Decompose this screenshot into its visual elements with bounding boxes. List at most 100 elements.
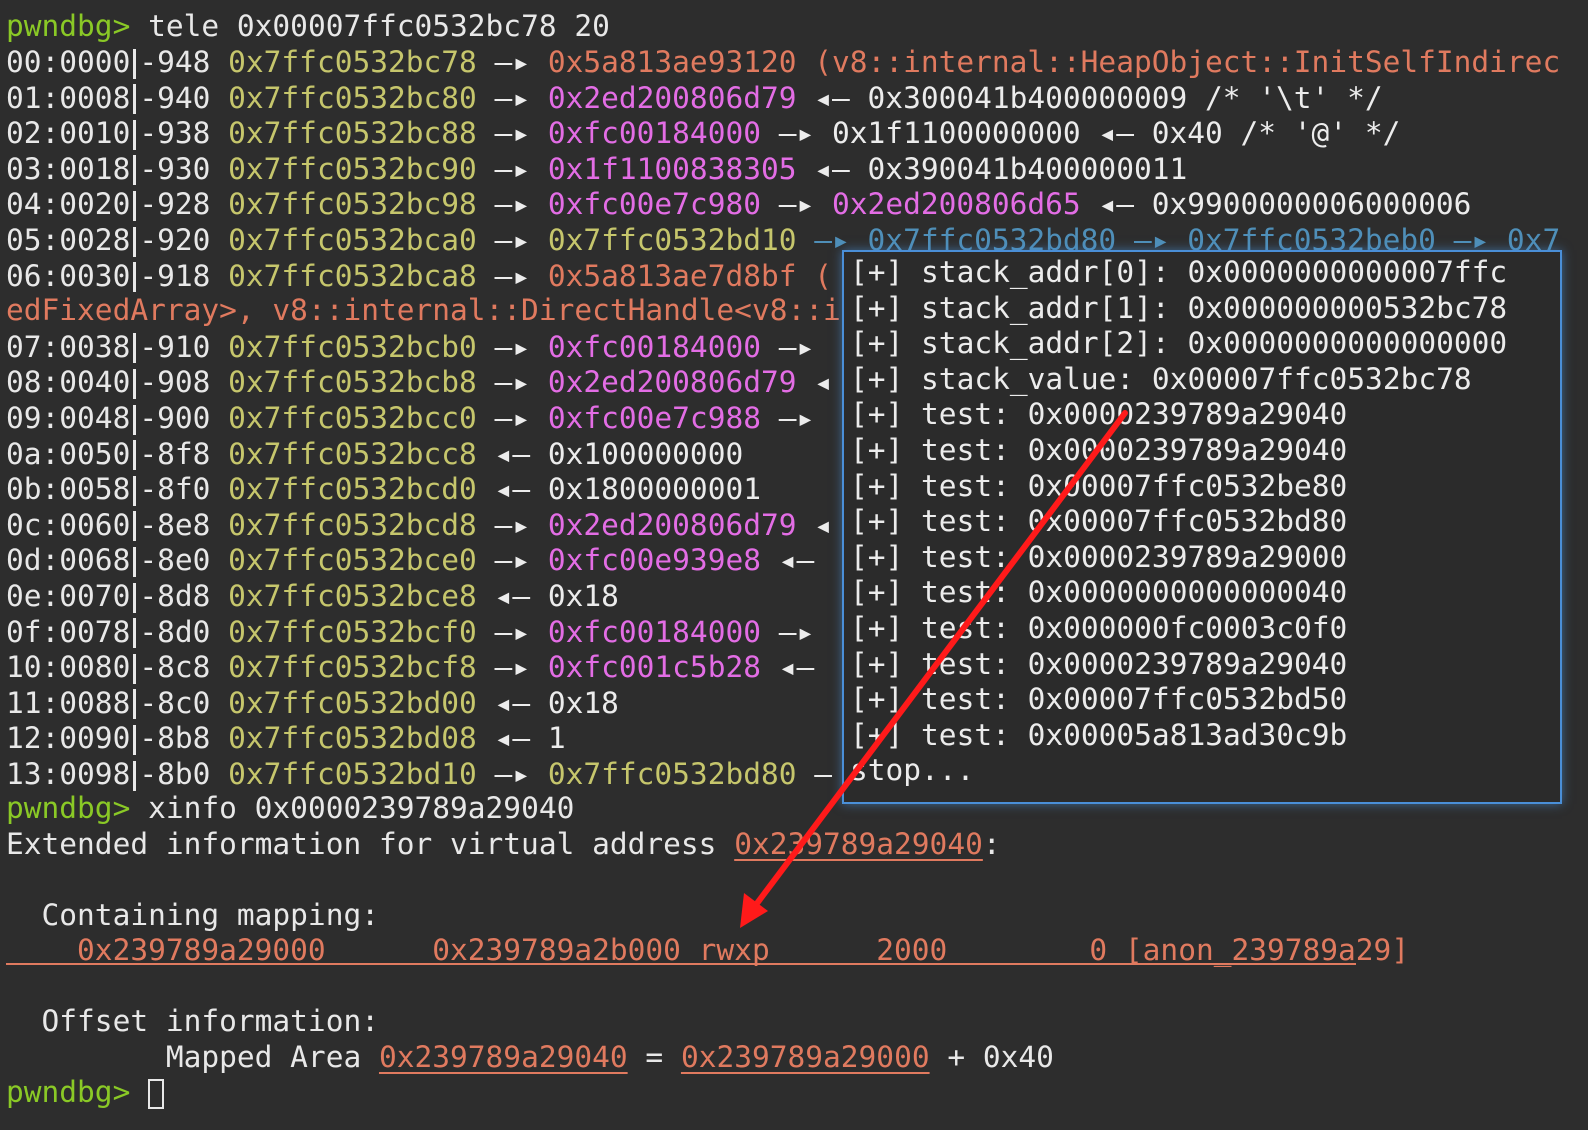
row-offset: -8c8 <box>139 650 211 685</box>
row-offset: -908 <box>139 365 211 400</box>
row-offset: -8c0 <box>139 685 211 720</box>
stack-address: 0x7ffc0532bca8 <box>228 258 477 293</box>
stack-address: 0x7ffc0532bce8 <box>228 579 477 613</box>
pointer-arrow: —▸ <box>476 223 548 257</box>
column-separator <box>133 368 137 399</box>
row-index: 06:0030 <box>6 258 131 293</box>
extended-info-address: 0x239789a29040 <box>734 827 983 861</box>
telescope-row: 02:0010 -938 0x7ffc0532bc88 —▸ 0xfc001840… <box>6 115 1400 151</box>
pointer-arrow: —▸ <box>476 401 548 435</box>
containing-mapping-label: Containing mapping: <box>6 898 379 932</box>
telescope-row: 0a:0050 -8f8 0x7ffc0532bcc8 ◂— 0x10000000… <box>6 436 743 472</box>
stack-address: 0x7ffc0532bcd0 <box>228 472 477 507</box>
output-line: [+] test: 0x00007ffc0532be80 <box>850 468 1348 503</box>
telescope-row: 10:0080 -8c8 0x7ffc0532bcf8 —▸ 0xfc001c5b… <box>6 649 814 685</box>
output-line: [+] stack_addr[1]: 0x000000000532bc78 <box>850 290 1508 325</box>
pointer-arrow: ◂— <box>476 579 548 613</box>
telescope-row: 09:0048 -900 0x7ffc0532bcc0 —▸ 0xfc00e7c9… <box>6 400 814 436</box>
chain-rest: —▸ <box>760 187 833 222</box>
command-line-current[interactable]: pwndbg> <box>6 1074 165 1110</box>
stack-address: 0x7ffc0532bcf0 <box>228 614 477 649</box>
row-offset: -930 <box>139 151 211 186</box>
stack-address: 0x7ffc0532bc98 <box>228 187 477 222</box>
pointer-arrow: —▸ <box>476 45 548 79</box>
row-index: 00:0000 <box>6 45 131 79</box>
pointed-value: 0x1f1100838305 <box>547 151 797 186</box>
chain-rest: ◂— 0x300041b400000009 /* '\t' */ <box>796 80 1383 115</box>
stack-address: 0x7ffc0532bcf8 <box>228 650 477 685</box>
extended-info-label: Extended information for virtual address <box>6 827 735 861</box>
chain-rest: — <box>796 757 833 791</box>
stack-address: 0x7ffc0532bd00 <box>228 685 477 720</box>
telescope-row: 00:0000 -948 0x7ffc0532bc78 —▸ 0x5a813ae9… <box>6 44 1560 80</box>
command-text: xinfo 0x0000239789a29040 <box>148 791 575 825</box>
telescope-row: 11:0088 -8c0 0x7ffc0532bd00 ◂— 0x18 <box>6 685 619 721</box>
offset-info-label: Offset information: <box>6 1004 379 1038</box>
offset-value: + 0x40 <box>929 1040 1054 1074</box>
row-offset: -8b8 <box>139 721 211 756</box>
mapped-area-line: Mapped Area 0x239789a29040 = 0x239789a29… <box>6 1039 1054 1075</box>
output-line: [+] test: 0x0000000000000040 <box>850 575 1348 610</box>
row-offset: -918 <box>139 258 211 293</box>
stack-address: 0x7ffc0532bcb0 <box>228 329 477 364</box>
row-index: 0e:0070 <box>6 579 131 613</box>
pointer-arrow: —▸ <box>476 80 548 115</box>
stack-address: 0x7ffc0532bcc0 <box>228 401 477 435</box>
equals-sign: = <box>627 1040 681 1074</box>
column-separator <box>133 546 137 577</box>
column-separator <box>133 333 137 364</box>
pointer-arrow: —▸ <box>476 650 548 685</box>
mapped-address: 0x239789a29040 <box>378 1040 628 1074</box>
stack-address: 0x7ffc0532bcb8 <box>228 365 477 400</box>
telescope-row: 06:0030 -918 0x7ffc0532bca8 —▸ 0x5a813ae7… <box>6 258 832 294</box>
pointed-value: 0x100000000 <box>547 436 744 471</box>
chain-rest: ◂ <box>796 365 833 400</box>
cursor <box>148 1078 165 1109</box>
row-index: 03:0018 <box>6 151 131 186</box>
pointed-value: 0xfc00184000 <box>547 614 761 649</box>
output-line: [+] test: 0x0000239789a29000 <box>850 539 1348 574</box>
telescope-row: 0b:0058 -8f0 0x7ffc0532bcd0 ◂— 0x18000000… <box>6 471 761 507</box>
pointed-value: 0x2ed200806d79 <box>547 507 797 542</box>
telescope-row: 0e:0070 -8d8 0x7ffc0532bce8 ◂— 0x18 <box>6 578 619 614</box>
row-index: 10:0080 <box>6 650 131 685</box>
stack-address: 0x7ffc0532bc90 <box>228 151 477 186</box>
pointer-arrow: —▸ <box>476 757 548 791</box>
pointer-arrow: —▸ <box>476 614 548 649</box>
pointer-arrow: —▸ <box>476 329 548 364</box>
stack-address: 0x7ffc0532bcc8 <box>228 436 477 471</box>
row-offset: -940 <box>139 80 211 115</box>
row-index: 05:0028 <box>6 223 131 257</box>
column-separator <box>133 226 137 257</box>
pointed-value: 0xfc00e7c988 <box>547 401 761 435</box>
row-offset: -910 <box>139 329 211 364</box>
pointer-arrow: —▸ <box>476 543 548 578</box>
wrapped-symbol-line: edFixedArray>, v8::internal::DirectHandl… <box>6 293 841 327</box>
pointed-value: 0x18 <box>547 579 619 613</box>
row-offset: -8d8 <box>139 579 211 613</box>
chain-rest-2: ◂— 0x9900000006000006 <box>1080 187 1472 222</box>
row-offset: -920 <box>139 223 211 257</box>
pointed-value: 0x18 <box>547 685 619 720</box>
telescope-row: 07:0038 -910 0x7ffc0532bcb0 —▸ 0xfc001840… <box>6 329 814 365</box>
pointer-arrow: —▸ <box>476 116 548 151</box>
row-offset: -928 <box>139 187 211 222</box>
stack-address: 0x7ffc0532bc80 <box>228 80 477 115</box>
chain-rest: —▸ <box>760 329 815 364</box>
output-line: [+] test: 0x0000239789a29040 <box>850 646 1348 681</box>
pointer-arrow: ◂— <box>476 721 548 756</box>
extended-info-line: Extended information for virtual address… <box>6 826 1001 862</box>
stack-address: 0x7ffc0532bca0 <box>228 223 477 257</box>
stack-address: 0x7ffc0532bc88 <box>228 116 477 151</box>
pointer-arrow: ◂— <box>476 685 548 720</box>
pointed-value: 0xfc00e7c980 <box>547 187 761 222</box>
command-text: tele 0x00007ffc0532bc78 20 <box>148 9 610 43</box>
pointer-arrow: —▸ <box>476 365 548 400</box>
prompt: pwndbg> <box>6 9 131 43</box>
pointed-value: 0x7ffc0532bd80 <box>547 757 797 791</box>
output-line: [+] test: 0x000000fc0003c0f0 <box>850 611 1348 645</box>
pointer-arrow: ◂— <box>476 472 548 507</box>
row-index: 0c:0060 <box>6 507 131 542</box>
column-separator <box>133 404 137 435</box>
row-offset: -8d0 <box>139 614 211 649</box>
